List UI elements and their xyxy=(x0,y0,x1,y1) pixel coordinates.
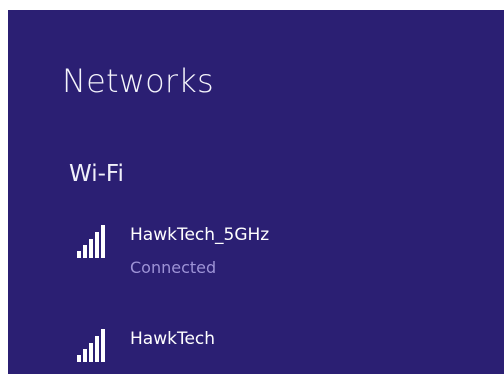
network-item-hawktech-5ghz[interactable]: HawkTech_5GHz Connected xyxy=(74,224,474,284)
network-status: Connected xyxy=(130,258,217,277)
wifi-section-label: Wi-Fi xyxy=(69,161,124,187)
network-item-hawktech[interactable]: HawkTech xyxy=(74,328,474,388)
network-name: HawkTech_5GHz xyxy=(130,225,270,245)
wifi-signal-icon xyxy=(77,224,107,258)
screenshot-frame: Networks Wi-Fi HawkTech_5GHz Connected H… xyxy=(0,0,504,374)
networks-panel: Networks Wi-Fi HawkTech_5GHz Connected H… xyxy=(8,10,504,374)
panel-title: Networks xyxy=(62,62,214,100)
network-name: HawkTech xyxy=(130,329,216,349)
wifi-signal-icon xyxy=(77,328,107,362)
